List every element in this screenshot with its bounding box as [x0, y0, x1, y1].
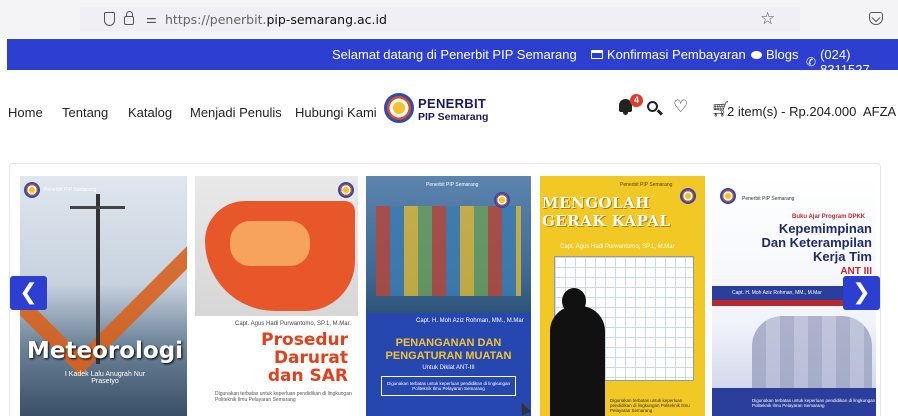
phone-link[interactable]: ✆ (024) 8311527 [806, 47, 898, 77]
notification-badge: 4 [630, 94, 643, 107]
book-cover-mengolah-gerak-kapal[interactable]: Penerbit PIP Semarang MENGOLAH GERAK KAP… [540, 176, 705, 416]
nav-menjadi-penulis[interactable]: Menjadi Penulis [190, 105, 282, 120]
cart-summary[interactable]: 2 item(s) - Rp.204.000 [727, 104, 856, 119]
user-name[interactable]: AFZA [863, 104, 896, 119]
pocket-icon[interactable] [869, 12, 883, 25]
publisher-emblem [494, 192, 510, 208]
publisher-emblem [720, 188, 736, 204]
credit-card-icon [591, 50, 603, 59]
publisher-emblem [680, 188, 696, 204]
book-title: Meteorologi [27, 338, 184, 364]
book-cover-prosedur-darurat[interactable]: Capt. Agus Hadi Purwantomo, SP.1, M.Mar.… [195, 176, 358, 416]
blogs-link[interactable]: Blogs [751, 47, 799, 62]
book-title: MENGOLAH GERAK KAPAL [542, 194, 671, 230]
nav-katalog[interactable]: Katalog [128, 105, 172, 120]
book-title: PENANGANAN DAN PENGATURAN MUATAN [366, 337, 531, 363]
book-authors: Capt. Agus Hadi Purwantomo, SP.1, M.Mar [560, 244, 675, 250]
logo-title[interactable]: PENERBIT [418, 96, 486, 111]
book-authors: Capt. Agus Hadi Purwantomo, SP.1, M.Mar. [235, 321, 351, 327]
slider-prev-button[interactable]: ❮ [10, 276, 47, 310]
phone-icon: ✆ [806, 55, 817, 69]
book-cover-penanganan-muatan[interactable]: Penerbit PIP Semarang Capt. H. Moh Aziz … [366, 176, 531, 416]
logo-emblem[interactable] [384, 93, 414, 123]
book-footer: Digunakan terbatas untuk keperluan pendi… [215, 391, 352, 403]
bookmark-star-icon[interactable]: ☆ [760, 9, 775, 29]
book-program: Buku Ajar Program DPKK [792, 214, 866, 220]
book-subtitle: Untuk Diklat ANT-III [422, 365, 475, 371]
book-footer: Digunakan terbatas untuk keperluan pendi… [610, 398, 690, 413]
publisher-emblem [24, 182, 40, 198]
book-title-line: Prosedur Darurat [261, 330, 348, 368]
book-title-line: PENANGANAN DAN [395, 337, 502, 349]
publisher-emblem [338, 182, 354, 198]
chat-icon [751, 50, 762, 59]
book-title-line: GERAK KAPAL [542, 212, 671, 230]
book-publisher: Penerbit PIP Semarang [620, 182, 673, 188]
book-authors: Capt. H. Moh Aziz Rohman, MM., M.Mar [416, 318, 524, 324]
permissions-icon[interactable]: ⚌ [146, 12, 157, 26]
welcome-text: Selamat datang di Penerbit PIP Semarang [332, 47, 577, 62]
search-icon[interactable] [647, 101, 658, 112]
book-authors: I Kadek Lalu Anugrah Nur Prasetyo [64, 371, 146, 385]
book-title-line: dan SAR [267, 366, 348, 386]
chevron-right-icon: ❯ [852, 280, 871, 305]
book-footer: Digunakan terbatas untuk keperluan pendi… [381, 376, 516, 396]
logo-subtitle[interactable]: PIP Semarang [418, 111, 488, 123]
browser-toolbar: ⚌ https://penerbit.pip-semarang.ac.id ☆ [0, 0, 898, 38]
book-title-line: PENGATURAN MUATAN [385, 350, 512, 362]
chevron-left-icon: ❮ [19, 280, 38, 305]
url-text[interactable]: https://penerbit.pip-semarang.ac.id [165, 12, 387, 27]
payment-confirmation-link[interactable]: Konfirmasi Pembayaran [591, 47, 746, 62]
nav-tentang[interactable]: Tentang [62, 105, 108, 120]
heart-icon[interactable]: ♡ [673, 97, 688, 117]
book-footer: Digunakan terbatas untuk keperluan pendi… [752, 398, 876, 408]
lock-icon[interactable] [124, 11, 134, 25]
book-title-line: Dan Keterampilan [761, 235, 872, 250]
book-title-line: Kepemimpinan [778, 221, 872, 236]
slider-next-button[interactable]: ❯ [843, 276, 880, 310]
book-authors: Capt. H. Moh Aziz Rohman, MM., M.Mar [732, 290, 822, 296]
nav-hubungi-kami[interactable]: Hubungi Kami [295, 105, 377, 120]
book-publisher: Penerbit PIP Semarang [742, 196, 795, 202]
book-title: Kepemimpinan Dan Keterampilan Kerja Tim [722, 222, 872, 264]
top-banner: Selamat datang di Penerbit PIP Semarang … [7, 39, 898, 77]
shield-icon[interactable] [104, 12, 115, 26]
book-publisher: Penerbit PIP Semarang [44, 187, 97, 193]
book-title: Prosedur Darurat dan SAR [203, 331, 348, 385]
book-title-line: MENGOLAH [542, 194, 650, 212]
nav-home[interactable]: Home [8, 105, 43, 120]
book-publisher: Penerbit PIP Semarang [426, 182, 479, 188]
book-title-line: Kerja Tim [812, 249, 872, 264]
